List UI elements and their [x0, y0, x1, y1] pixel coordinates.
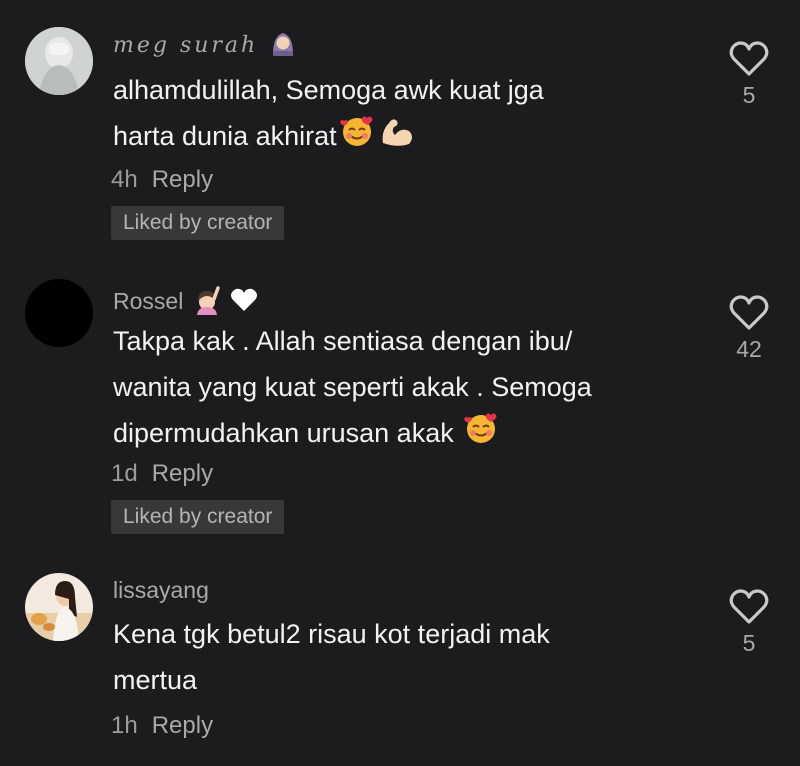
heart-icon[interactable]: [728, 588, 770, 626]
comment-meta: 4h Reply: [111, 166, 213, 194]
comment-meta: 1h Reply: [111, 712, 213, 740]
comment-line: dipermudahkan urusan akak: [113, 418, 454, 449]
comment-text: Kena tgk betul2 risau kot terjadi mak me…: [113, 611, 693, 703]
reply-button[interactable]: Reply: [152, 460, 213, 487]
comment-line: harta dunia akhirat: [113, 121, 337, 152]
like-count: 5: [742, 82, 756, 108]
username-text[interactable]: Rossel: [113, 288, 183, 314]
smiling-hearts-emoji: [463, 410, 499, 460]
avatar[interactable]: [25, 27, 93, 95]
reply-button[interactable]: Reply: [152, 166, 213, 193]
avatar[interactable]: [25, 573, 93, 641]
raising-hand-emoji: [192, 285, 222, 321]
flexed-biceps-emoji: [377, 113, 417, 163]
comment-text: alhamdulillah, Semoga awk kuat jga harta…: [113, 67, 693, 163]
liked-by-creator-badge: Liked by creator: [111, 500, 285, 534]
comment-line: wanita yang kuat seperti akak . Semoga: [113, 372, 592, 402]
username[interactable]: Rossel: [113, 285, 258, 321]
like-count: 42: [736, 336, 762, 362]
smiling-hearts-emoji: [339, 113, 375, 163]
white-heart-emoji: [230, 287, 258, 319]
comment-meta: 1d Reply: [111, 460, 213, 488]
timestamp: 1d: [111, 460, 138, 487]
comment-line: Takpa kak . Allah sentiasa dengan ibu/: [113, 326, 573, 356]
reply-button[interactable]: Reply: [152, 712, 213, 739]
comment-line-with-emoji: harta dunia akhirat: [113, 113, 693, 163]
like-count: 5: [742, 630, 756, 656]
username[interactable]: meg surah: [113, 30, 296, 62]
avatar[interactable]: [25, 279, 93, 347]
hijab-woman-emoji: [270, 30, 296, 62]
like-column: 5: [718, 40, 780, 109]
heart-icon[interactable]: [728, 294, 770, 332]
timestamp: 1h: [111, 712, 138, 739]
comment-line: Kena tgk betul2 risau kot terjadi mak: [113, 619, 550, 649]
timestamp: 4h: [111, 166, 138, 193]
like-column: 5: [718, 588, 780, 657]
comment-text: Takpa kak . Allah sentiasa dengan ibu/ w…: [113, 318, 693, 460]
username-text[interactable]: meg surah: [113, 33, 258, 58]
liked-by-creator-badge: Liked by creator: [111, 206, 285, 240]
comment-line-with-emoji: dipermudahkan urusan akak: [113, 410, 693, 460]
comment-line: alhamdulillah, Semoga awk kuat jga: [113, 75, 544, 105]
heart-icon[interactable]: [728, 40, 770, 78]
comment-line: mertua: [113, 665, 198, 695]
like-column: 42: [718, 294, 780, 363]
username[interactable]: lissayang: [113, 577, 209, 604]
